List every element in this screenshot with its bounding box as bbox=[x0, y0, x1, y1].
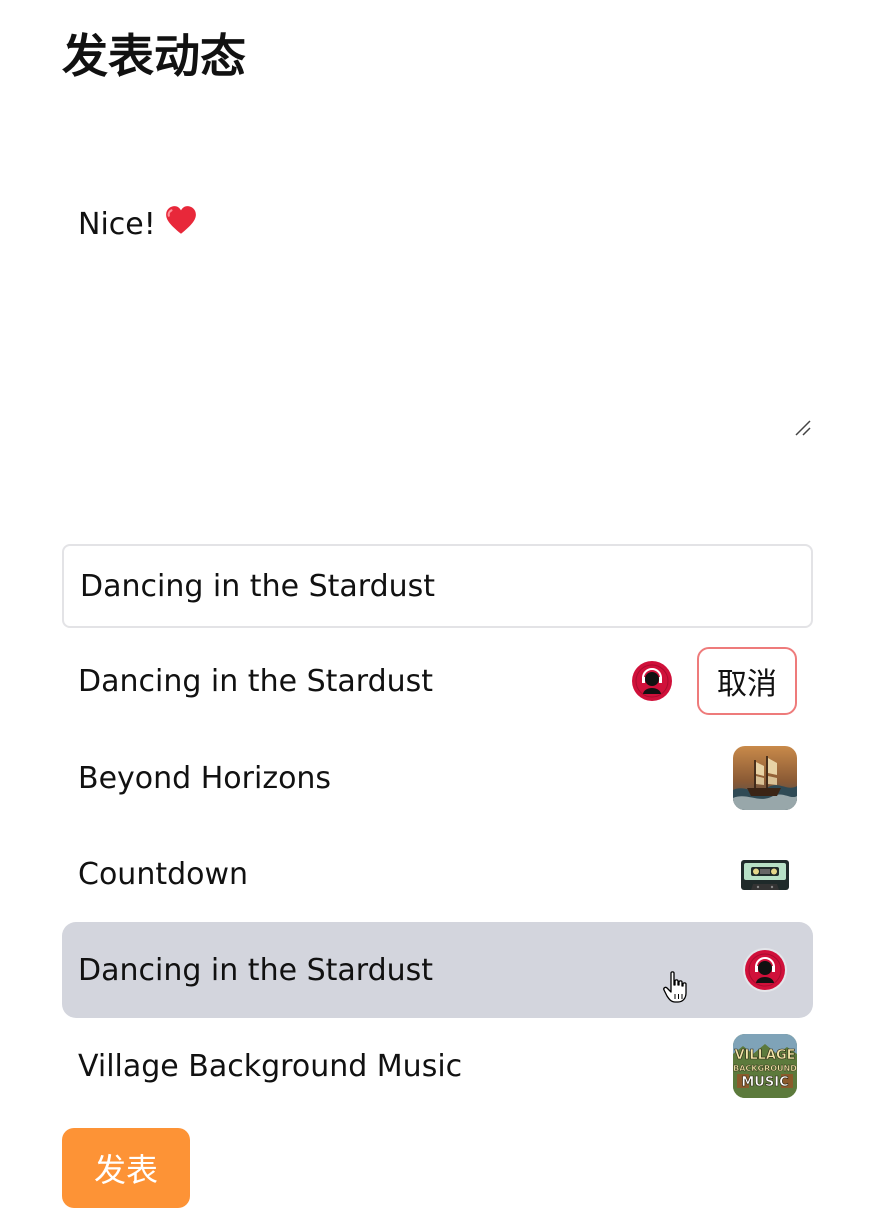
publish-button[interactable]: 发表 bbox=[62, 1128, 190, 1208]
post-composer-page: 发表动态 Nice! Dancing in the Stardust Danci… bbox=[0, 0, 879, 1226]
song-results-list: Beyond Horizons Countdown Dancing in the… bbox=[62, 730, 813, 1114]
record-headphone-cover-icon bbox=[743, 948, 787, 992]
selected-song-row: Dancing in the Stardust 取消 bbox=[62, 640, 813, 722]
pirate-ship-cover-icon bbox=[733, 746, 797, 810]
svg-text:VILLAGE: VILLAGE bbox=[734, 1048, 795, 1063]
selected-song-title: Dancing in the Stardust bbox=[78, 663, 434, 699]
list-item[interactable]: Village Background Music VILLAGE BACKGRO… bbox=[62, 1018, 813, 1114]
record-headphone-cover-icon bbox=[630, 659, 674, 703]
song-title: Beyond Horizons bbox=[78, 760, 332, 796]
cassette-tape-cover-icon bbox=[733, 842, 797, 906]
post-textarea[interactable]: Nice! bbox=[62, 190, 813, 440]
page-title: 发表动态 bbox=[62, 29, 246, 83]
song-title: Dancing in the Stardust bbox=[78, 952, 434, 988]
cancel-button[interactable]: 取消 bbox=[697, 647, 797, 715]
list-item[interactable]: Beyond Horizons bbox=[62, 730, 813, 826]
post-text-content: Nice! bbox=[78, 207, 156, 242]
music-search-value: Dancing in the Stardust bbox=[80, 568, 436, 604]
list-item[interactable]: Countdown bbox=[62, 826, 813, 922]
red-heart-icon bbox=[164, 204, 198, 238]
svg-text:MUSIC: MUSIC bbox=[741, 1075, 788, 1090]
music-search-input[interactable]: Dancing in the Stardust bbox=[62, 544, 813, 628]
textarea-resize-handle[interactable] bbox=[794, 419, 812, 437]
song-title: Countdown bbox=[78, 856, 249, 892]
hand-pointer-cursor-icon bbox=[663, 971, 687, 1003]
song-title: Village Background Music bbox=[78, 1048, 463, 1084]
svg-text:BACKGROUND: BACKGROUND bbox=[733, 1064, 797, 1073]
list-item-hovered[interactable]: Dancing in the Stardust bbox=[62, 922, 813, 1018]
village-music-cover-icon: VILLAGE BACKGROUND MUSIC bbox=[733, 1034, 797, 1098]
